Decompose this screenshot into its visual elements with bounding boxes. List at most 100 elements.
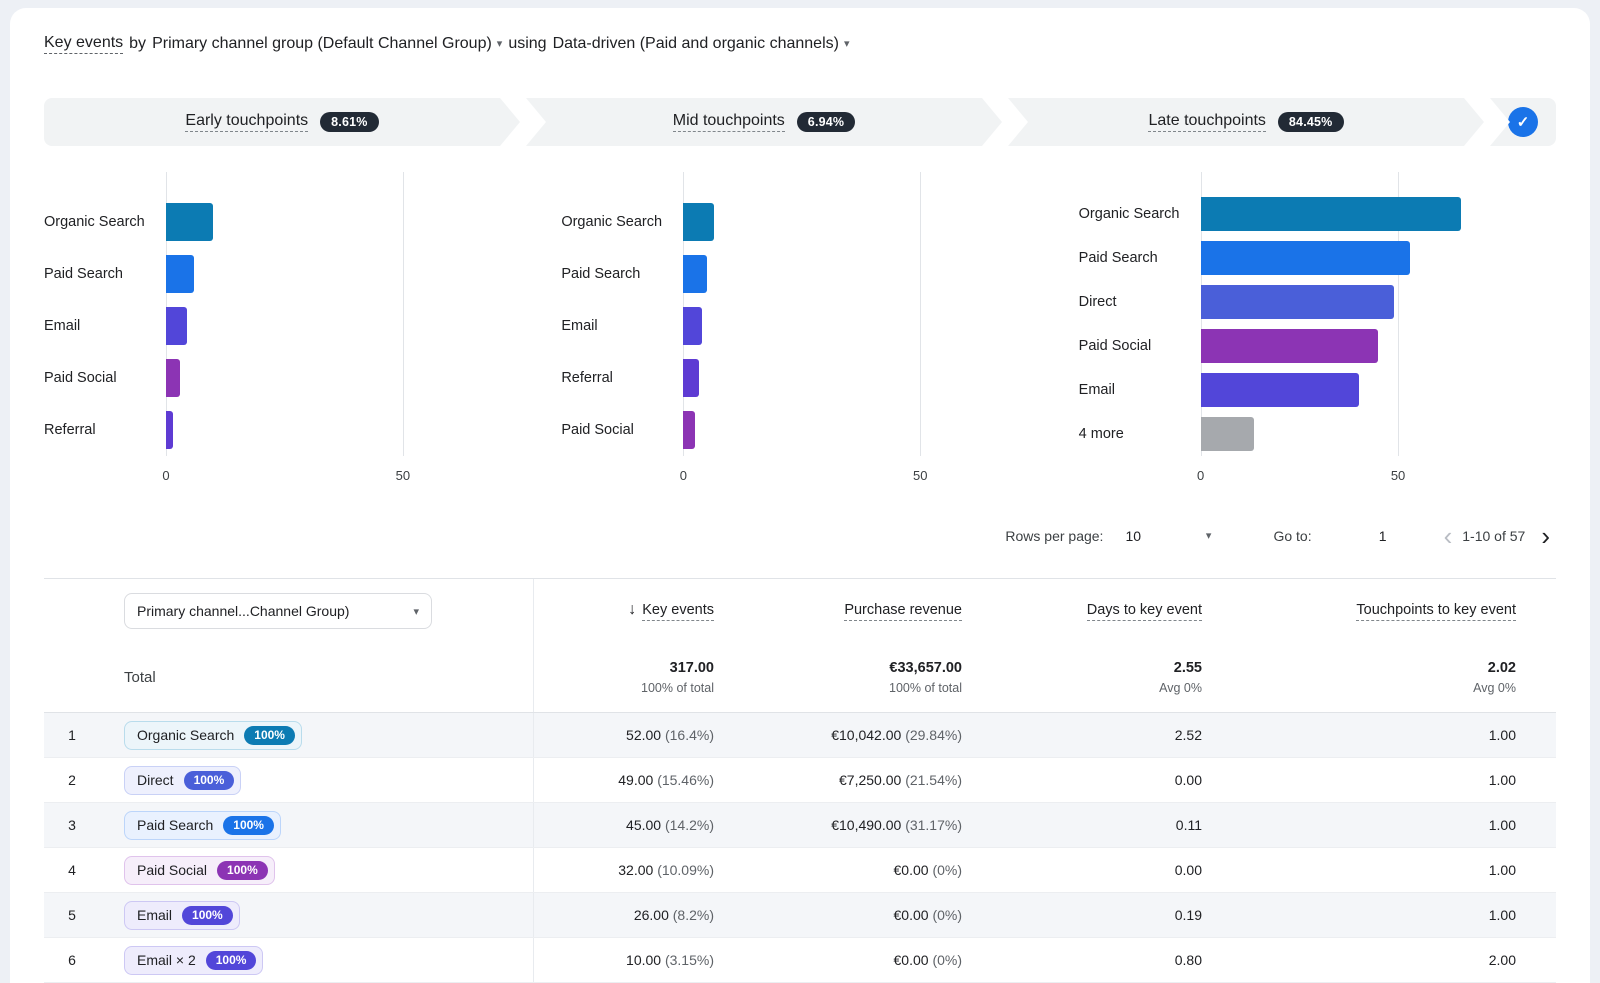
chart-x-axis: 0 50: [166, 456, 521, 490]
dimension-picker[interactable]: Primary channel group (Default Channel G…: [152, 35, 502, 53]
column-header-days-to-key-event[interactable]: Days to key event: [962, 601, 1202, 621]
bar-paid-search: [683, 255, 707, 293]
sort-descending-icon: ↓: [628, 601, 636, 618]
next-page-button[interactable]: ›: [1535, 526, 1556, 546]
chevron-down-icon: ▾: [413, 605, 419, 618]
chart-category-label: Email: [1079, 382, 1201, 398]
axis-tick: 0: [162, 468, 169, 483]
channel-badge: Email × 2 100%: [124, 946, 263, 975]
touchpoint-charts: Organic Search Paid Search Email Paid So…: [44, 172, 1556, 490]
chart-category-label: Paid Social: [561, 422, 683, 438]
table-row: 1 Organic Search 100% 52.00 (16.4%) €10,…: [44, 713, 1556, 758]
chart-category-label: Referral: [44, 422, 166, 438]
chart-category-label: Organic Search: [561, 214, 683, 230]
chart-x-axis: 0 50: [1201, 456, 1556, 490]
chart-category-label: Paid Social: [1079, 338, 1201, 354]
go-to-page-input[interactable]: 1: [1368, 528, 1398, 544]
chart-category-label: Email: [44, 318, 166, 334]
chevron-down-icon: ▾: [1206, 531, 1212, 542]
total-touchpoints: 2.02: [1202, 660, 1516, 676]
total-key-events-sub: 100% of total: [534, 681, 714, 695]
check-icon: ✓: [1508, 107, 1538, 137]
chart-row: Paid Social: [1079, 324, 1556, 368]
column-header-touchpoints[interactable]: Touchpoints to key event: [1202, 601, 1556, 621]
axis-tick: 50: [913, 468, 927, 483]
cell-key-events: 26.00: [634, 907, 669, 923]
channel-badge: Paid Social 100%: [124, 856, 275, 885]
cell-revenue: €10,490.00: [831, 817, 901, 833]
stage-early-touchpoints[interactable]: Early touchpoints 8.61%: [44, 98, 520, 146]
credit-percentage-pill: 100%: [223, 816, 274, 835]
chevron-down-icon: ▾: [844, 39, 850, 50]
stage-selected-segment[interactable]: ✓: [1490, 98, 1556, 146]
bar-paid-social: [1201, 329, 1379, 363]
report-title: Key events by Primary channel group (Def…: [44, 32, 1556, 56]
chart-row: Email: [44, 300, 521, 352]
chart-category-label: Email: [561, 318, 683, 334]
chart-row: Email: [561, 300, 1038, 352]
touchpoint-funnel: Early touchpoints 8.61% Mid touchpoints …: [44, 98, 1556, 146]
axis-tick: 0: [680, 468, 687, 483]
metric-term: Key events: [44, 34, 123, 54]
column-header-purchase-revenue[interactable]: Purchase revenue: [714, 601, 962, 621]
chart-category-label: Paid Search: [1079, 250, 1201, 266]
cell-days: 0.80: [962, 952, 1202, 968]
channel-name: Paid Search: [137, 817, 213, 833]
row-index: 4: [44, 862, 100, 878]
dimension-dropdown[interactable]: Primary channel...Channel Group) ▾: [124, 593, 432, 629]
dimension-picker-label: Primary channel group (Default Channel G…: [152, 35, 492, 53]
total-key-events: 317.00: [534, 660, 714, 676]
credit-percentage-pill: 100%: [206, 951, 257, 970]
rows-per-page-select[interactable]: 10 ▾: [1125, 528, 1211, 544]
rows-per-page-label: Rows per page:: [1005, 528, 1103, 544]
attribution-model-picker[interactable]: Data-driven (Paid and organic channels) …: [553, 35, 850, 53]
cell-touchpoints: 1.00: [1202, 817, 1556, 833]
cell-days: 0.00: [962, 862, 1202, 878]
chart-row: Paid Social: [561, 404, 1038, 456]
rows-per-page-value: 10: [1125, 528, 1141, 544]
channel-name: Paid Social: [137, 862, 207, 878]
total-label: Total: [124, 669, 156, 686]
cell-key-events: 10.00: [626, 952, 661, 968]
total-days: 2.55: [962, 660, 1202, 676]
cell-touchpoints: 1.00: [1202, 862, 1556, 878]
chart-x-axis: 0 50: [683, 456, 1038, 490]
previous-page-button[interactable]: ‹: [1438, 526, 1459, 546]
credit-percentage-pill: 100%: [182, 906, 233, 925]
bar-more-channels: [1201, 417, 1254, 451]
stage-mid-touchpoints[interactable]: Mid touchpoints 6.94%: [526, 98, 1002, 146]
cell-revenue: €7,250.00: [839, 772, 901, 788]
table-row: 5 Email 100% 26.00 (8.2%) €0.00 (0%) 0.1…: [44, 893, 1556, 938]
chart-late-touchpoints: Organic Search Paid Search Direct Paid S…: [1079, 172, 1556, 490]
cell-touchpoints: 1.00: [1202, 907, 1556, 923]
credit-percentage-pill: 100%: [217, 861, 268, 880]
channel-name: Organic Search: [137, 727, 234, 743]
stage-label: Mid touchpoints: [673, 112, 785, 132]
row-index: 3: [44, 817, 100, 833]
chart-row: Referral: [561, 352, 1038, 404]
dimension-dropdown-label: Primary channel...Channel Group): [137, 603, 349, 619]
stage-late-touchpoints[interactable]: Late touchpoints 84.45%: [1008, 98, 1484, 146]
chevron-down-icon: ▾: [497, 39, 503, 50]
stage-percentage-badge: 8.61%: [320, 112, 378, 132]
axis-tick: 50: [396, 468, 410, 483]
column-header-key-events[interactable]: ↓Key events: [534, 601, 714, 621]
chart-row: Organic Search: [1079, 192, 1556, 236]
chart-category-label: Referral: [561, 370, 683, 386]
chart-category-label: Direct: [1079, 294, 1201, 310]
stage-label: Late touchpoints: [1148, 112, 1265, 132]
credit-percentage-pill: 100%: [244, 726, 295, 745]
row-index: 1: [44, 727, 100, 743]
bar-paid-social: [683, 411, 695, 449]
chart-row: 4 more: [1079, 412, 1556, 456]
stage-percentage-badge: 6.94%: [797, 112, 855, 132]
model-picker-label: Data-driven (Paid and organic channels): [553, 35, 839, 53]
report-card: Key events by Primary channel group (Def…: [10, 8, 1590, 983]
channel-name: Email: [137, 907, 172, 923]
chart-category-label: Paid Search: [44, 266, 166, 282]
bar-referral: [166, 411, 173, 449]
bar-referral: [683, 359, 699, 397]
cell-key-events: 32.00: [618, 862, 653, 878]
cell-key-events: 52.00: [626, 727, 661, 743]
cell-revenue: €10,042.00: [831, 727, 901, 743]
